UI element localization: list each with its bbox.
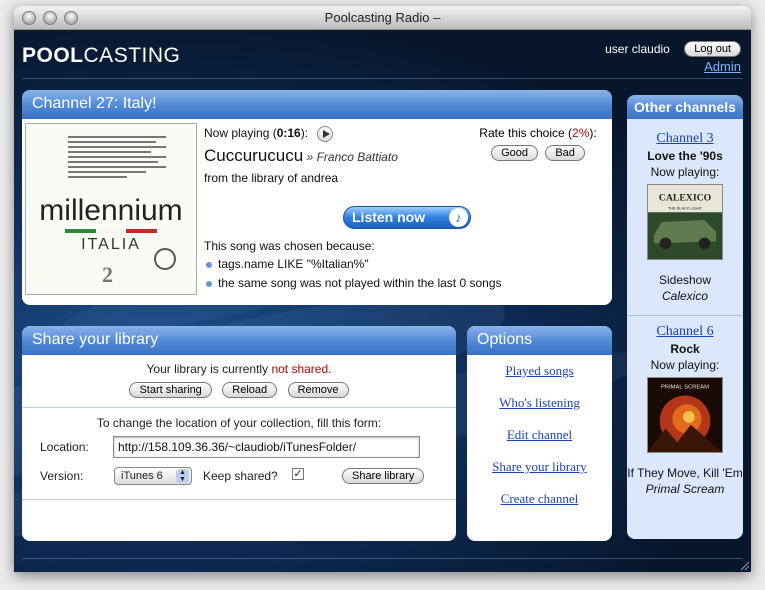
album-cover-calexico: CALEXICO THE BLACK LIGHT: [647, 184, 723, 260]
album-art-title: CALEXICO: [659, 193, 712, 204]
italian-flag-bar: [65, 229, 158, 233]
channel-song: If They Move, Kill 'Em: [627, 466, 743, 480]
channel-song: Sideshow: [658, 273, 712, 287]
username-label: user claudio: [605, 41, 670, 56]
now-playing-info: Now playing (0:16): Cuccurucucu » Franco…: [204, 126, 398, 185]
song-title: Cuccurucucu: [204, 146, 304, 165]
whos-listening-link[interactable]: Who's listening: [467, 395, 612, 411]
share-library-button[interactable]: Share library: [342, 468, 425, 484]
channel-card: Channel 6 Rock Now playing: PRIMAL SCREA…: [627, 324, 743, 496]
location-input[interactable]: [113, 436, 420, 458]
now-playing-label: Now playing:: [650, 165, 720, 179]
title-bar: Poolcasting Radio –: [14, 6, 751, 30]
good-button[interactable]: Good: [491, 145, 538, 161]
divider: [22, 499, 456, 500]
window-title: Poolcasting Radio –: [324, 10, 441, 25]
share-library-panel: Share your library Your library is curre…: [22, 326, 456, 541]
share-your-library-link[interactable]: Share your library: [467, 459, 612, 475]
header-divider: [22, 78, 743, 79]
user-area: user claudio Log out Admin: [605, 40, 741, 74]
played-songs-link[interactable]: Played songs: [467, 363, 612, 379]
song-artist: Franco Battiato: [316, 150, 398, 164]
album-art-title: PRIMAL SCREAM: [661, 385, 709, 391]
channel-3-link[interactable]: Channel 3: [627, 131, 743, 147]
channel-name: Love the '90s: [647, 149, 723, 163]
channel-number: Channel 27:: [32, 95, 123, 112]
channel-artist: Calexico: [661, 289, 709, 303]
divider: [627, 315, 743, 316]
now-playing-panel: Channel 27: Italy! millennium ITALIA 2 N…: [22, 90, 612, 305]
album-number: 2: [102, 262, 113, 287]
admin-link[interactable]: Admin: [605, 59, 741, 74]
channel-artist: Primal Scream: [645, 482, 725, 496]
share-library-header: Share your library: [22, 326, 456, 355]
create-channel-link[interactable]: Create channel: [467, 491, 612, 507]
album-tracklist: [68, 136, 166, 188]
elapsed-time: 0:16: [276, 126, 301, 141]
reason-item: tags.name LIKE "%Italian%": [204, 257, 502, 271]
page-content: POOLCASTING user claudio Log out Admin C…: [14, 31, 751, 572]
version-label: Version:: [40, 469, 84, 483]
bad-button[interactable]: Bad: [545, 145, 585, 161]
options-header: Options: [467, 326, 612, 355]
reason-item: the same song was not played within the …: [204, 276, 502, 290]
rating-percent: 2%: [572, 126, 590, 140]
now-playing-label: Now playing:: [650, 358, 720, 372]
divider: [22, 407, 456, 408]
rating-area: Rate this choice (2%): Good Bad: [479, 126, 597, 161]
start-sharing-button[interactable]: Start sharing: [129, 381, 212, 398]
channel-card: Channel 3 Love the '90s Now playing: CAL…: [627, 131, 743, 303]
share-status-value: not shared.: [271, 362, 332, 376]
share-status: Your library is currently not shared.: [146, 362, 332, 376]
channel-6-link[interactable]: Channel 6: [627, 324, 743, 340]
listen-now-button[interactable]: Listen now ♪: [343, 206, 471, 229]
label-logo-icon: [154, 248, 176, 270]
album-title: millennium: [39, 194, 183, 227]
library-source: from the library of andrea: [204, 171, 339, 185]
poolcasting-logo: POOLCASTING: [22, 44, 181, 67]
form-intro: To change the location of your collectio…: [96, 416, 382, 430]
version-select[interactable]: iTunes 6 ▲ ▼: [114, 467, 192, 485]
music-note-icon: ♪: [449, 208, 468, 227]
options-panel: Options Played songs Who's listening Edi…: [467, 326, 612, 541]
resize-grip-icon[interactable]: [738, 559, 750, 571]
other-channels-panel: Other channels Channel 3 Love the '90s N…: [627, 95, 743, 539]
channel-name: Italy!: [122, 95, 157, 112]
album-cover-primal-scream: PRIMAL SCREAM: [647, 377, 723, 453]
play-icon[interactable]: [317, 126, 334, 142]
album-cover: millennium ITALIA 2: [25, 123, 197, 295]
remove-button[interactable]: Remove: [287, 381, 349, 398]
logout-button[interactable]: Log out: [684, 40, 741, 57]
stepper-arrows-icon: ▲ ▼: [176, 469, 189, 483]
selection-reasons: This song was chosen because: tags.name …: [204, 239, 502, 295]
reload-button[interactable]: Reload: [222, 381, 278, 398]
other-channels-header: Other channels: [627, 95, 743, 119]
keep-shared-label: Keep shared?: [203, 469, 278, 483]
album-art-subtitle: THE BLACK LIGHT: [668, 205, 703, 210]
now-playing-header: Channel 27: Italy!: [22, 90, 612, 119]
channel-name: Rock: [670, 342, 700, 356]
keep-shared-checkbox[interactable]: ✓: [292, 468, 304, 480]
reason-intro: This song was chosen because:: [204, 239, 375, 253]
edit-channel-link[interactable]: Edit channel: [467, 427, 612, 443]
app-window: Poolcasting Radio – POOLCASTING user cla…: [14, 6, 751, 572]
now-playing-label: Now playing (: [204, 126, 277, 141]
footer-divider: [22, 558, 743, 559]
location-label: Location:: [40, 440, 89, 454]
